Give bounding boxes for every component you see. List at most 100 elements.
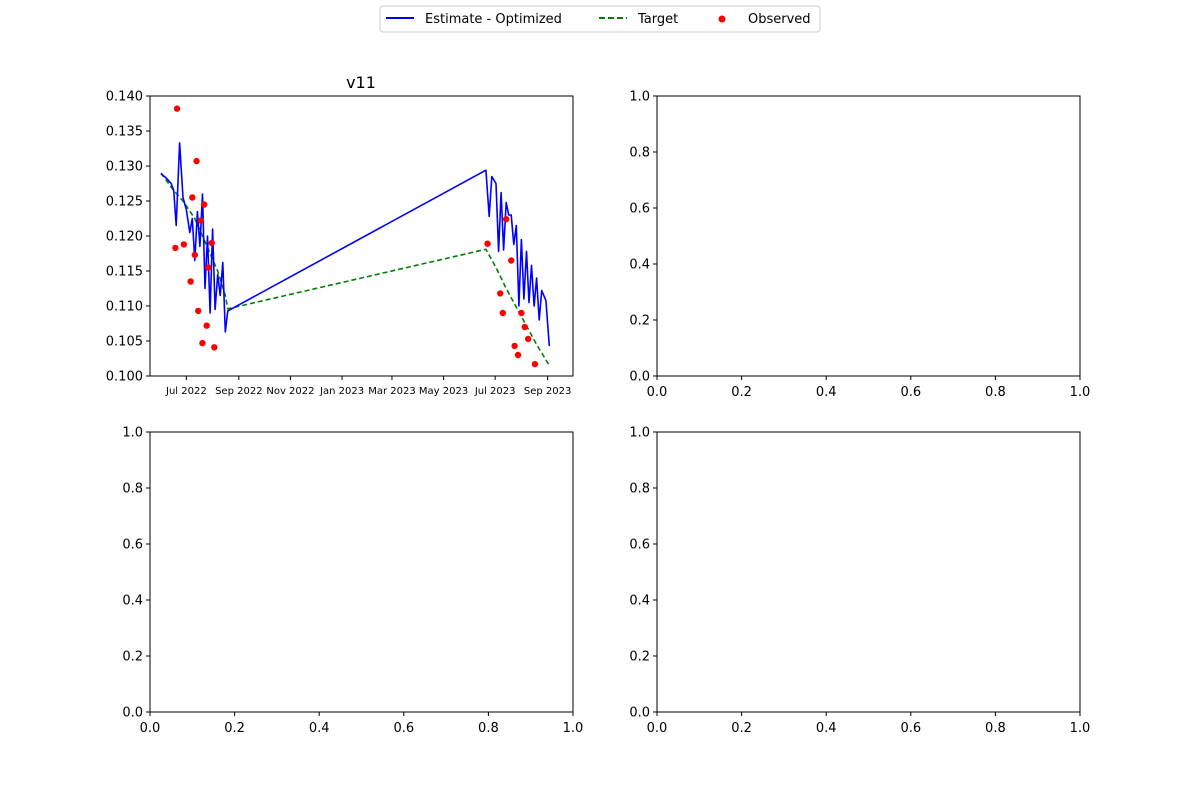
x-tick-label: 0.4 bbox=[816, 721, 837, 736]
x-tick-label: 0.6 bbox=[393, 721, 414, 736]
y-tick-label: 0.135 bbox=[106, 125, 143, 140]
observed-point bbox=[187, 278, 194, 285]
y-tick-label: 0.2 bbox=[629, 314, 650, 329]
y-tick-label: 0.115 bbox=[106, 265, 143, 280]
observed-point bbox=[203, 322, 210, 329]
y-tick-label: 0.120 bbox=[106, 230, 143, 245]
x-tick-label: 0.6 bbox=[900, 721, 921, 736]
y-tick-label: 0.2 bbox=[629, 650, 650, 665]
y-tick-label: 0.125 bbox=[106, 195, 143, 210]
axis-ticks: 0.0 0.2 0.4 0.6 0.8 1.0 0.0 0.2 0.4 0.6 0.8 1.0 bbox=[629, 90, 1090, 401]
observed-point bbox=[173, 105, 181, 112]
x-tick-label: Nov 2022 bbox=[266, 386, 314, 397]
axis-ticks: 0.0 0.2 0.4 0.6 0.8 1.0 0.0 0.2 0.4 0.6 0.8 1.0 bbox=[629, 426, 1090, 737]
y-tick-label: 0.6 bbox=[122, 538, 143, 553]
observed-point bbox=[524, 335, 532, 343]
y-tick-label: 1.0 bbox=[122, 426, 143, 441]
observed-point bbox=[497, 290, 504, 297]
x-tick-label: Jul 2023 bbox=[474, 386, 516, 397]
x-tick-label: Jul 2022 bbox=[165, 386, 207, 397]
subplot-v11: v11 0.1000.1050.1100.1150.1200.1250.1300… bbox=[106, 73, 574, 398]
y-tick-label: 0.6 bbox=[629, 202, 650, 217]
x-tick-label: 0.2 bbox=[731, 385, 752, 400]
observed-point bbox=[199, 339, 206, 347]
legend-estimate-label: Estimate - Optimized bbox=[425, 12, 562, 27]
x-tick-label: Jan 2023 bbox=[319, 386, 364, 397]
y-tick-label: 0.4 bbox=[629, 258, 650, 273]
target-series bbox=[160, 172, 550, 366]
observed-point bbox=[189, 194, 196, 201]
subplot-bottom-right: 0.0 0.2 0.4 0.6 0.8 1.0 0.0 0.2 0.4 0.6 0.8 1.0 bbox=[629, 426, 1090, 737]
observed-point bbox=[508, 257, 515, 264]
subplot-top-right: 0.0 0.2 0.4 0.6 0.8 1.0 0.0 0.2 0.4 0.6 0.8 1.0 bbox=[629, 90, 1090, 401]
y-tick-label: 0.100 bbox=[106, 370, 143, 385]
y-tick-label: 0.0 bbox=[629, 706, 650, 721]
target-line bbox=[160, 172, 550, 366]
observed-point bbox=[195, 307, 202, 315]
observed-point bbox=[502, 216, 510, 223]
observed-point bbox=[484, 240, 491, 247]
estimate-series bbox=[160, 142, 551, 346]
observed-point bbox=[193, 157, 200, 165]
y-tick-label: 0.110 bbox=[106, 300, 143, 315]
y-tick-label: 0.0 bbox=[629, 370, 650, 385]
legend-observed-label: Observed bbox=[748, 12, 811, 27]
observed-point bbox=[511, 342, 518, 350]
x-tick-label: 1.0 bbox=[563, 721, 584, 736]
observed-series bbox=[172, 105, 539, 368]
observed-point bbox=[191, 251, 199, 259]
legend: Estimate - Optimized Target Observed bbox=[379, 5, 821, 33]
estimate-line bbox=[160, 142, 551, 346]
y-tick-label: 1.0 bbox=[629, 426, 650, 441]
plot-frame bbox=[656, 431, 1081, 713]
axis-ticks: 0.100 0.105 0.110 0.115 0.120 0.125 0.130 0.135… bbox=[106, 90, 572, 398]
plot-frame bbox=[149, 431, 574, 713]
observed-point bbox=[518, 309, 525, 317]
x-tick-label: 1.0 bbox=[1070, 721, 1091, 736]
figure: Estimate - Optimized Target Observed v11… bbox=[106, 5, 1090, 737]
x-tick-label: 0.4 bbox=[309, 721, 330, 736]
x-tick-label: 0.4 bbox=[816, 385, 837, 400]
x-tick-label: 0.2 bbox=[731, 721, 752, 736]
observed-point bbox=[208, 239, 215, 247]
x-tick-label: 0.2 bbox=[224, 721, 245, 736]
x-tick-label: 0.8 bbox=[985, 721, 1006, 736]
observed-point bbox=[172, 244, 179, 252]
subplot-bottom-left: 0.0 0.2 0.4 0.6 0.8 1.0 0.0 0.2 0.4 0.6 0.8 1.0 bbox=[122, 426, 583, 737]
x-tick-label: Mar 2023 bbox=[368, 386, 416, 397]
legend-observed-swatch bbox=[718, 15, 726, 23]
observed-point bbox=[499, 309, 506, 317]
x-tick-label: 0.0 bbox=[647, 385, 668, 400]
y-tick-label: 0.130 bbox=[106, 160, 143, 175]
y-tick-label: 0.8 bbox=[122, 482, 143, 497]
x-tick-label: 0.6 bbox=[900, 385, 921, 400]
legend-target-label: Target bbox=[637, 12, 678, 27]
y-tick-label: 0.140 bbox=[106, 90, 143, 105]
x-tick-label: Sep 2023 bbox=[524, 386, 571, 397]
x-tick-label: 1.0 bbox=[1070, 385, 1091, 400]
plot-frame bbox=[656, 95, 1081, 377]
observed-point bbox=[200, 201, 208, 208]
y-tick-label: 0.105 bbox=[106, 335, 143, 350]
observed-point bbox=[521, 323, 528, 331]
y-tick-label: 0.8 bbox=[629, 146, 650, 161]
observed-point bbox=[211, 344, 218, 351]
x-tick-label: Sep 2022 bbox=[215, 386, 262, 397]
y-tick-label: 0.2 bbox=[122, 650, 143, 665]
y-tick-label: 0.4 bbox=[122, 594, 143, 609]
observed-point bbox=[514, 351, 522, 359]
subplot-title: v11 bbox=[346, 73, 376, 92]
x-tick-label: 0.0 bbox=[647, 721, 668, 736]
x-tick-label: 0.0 bbox=[140, 721, 161, 736]
axis-ticks: 0.0 0.2 0.4 0.6 0.8 1.0 0.0 0.2 0.4 0.6 0.8 1.0 bbox=[122, 426, 583, 737]
observed-point bbox=[205, 264, 212, 271]
x-tick-label: May 2023 bbox=[419, 386, 468, 397]
observed-point bbox=[531, 360, 539, 368]
observed-point bbox=[197, 217, 204, 224]
y-tick-label: 0.0 bbox=[122, 706, 143, 721]
observed-point bbox=[180, 241, 188, 248]
y-tick-label: 0.8 bbox=[629, 482, 650, 497]
x-tick-label: 0.8 bbox=[985, 385, 1006, 400]
y-tick-label: 0.6 bbox=[629, 538, 650, 553]
y-tick-label: 0.4 bbox=[629, 594, 650, 609]
